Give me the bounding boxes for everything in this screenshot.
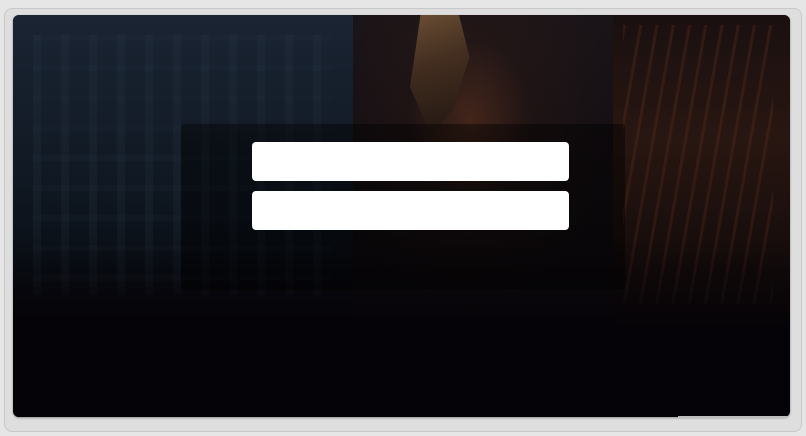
password-input[interactable] [252,191,569,230]
horizontal-scrollbar[interactable] [678,416,788,418]
login-viewport [13,15,790,417]
login-form-panel [181,124,625,290]
username-input[interactable] [252,142,569,181]
